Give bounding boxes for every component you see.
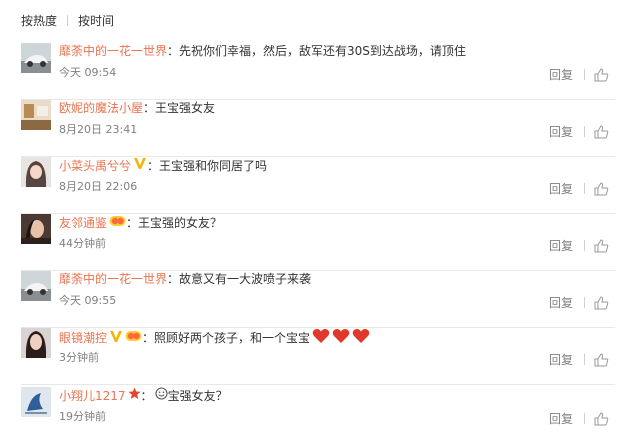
comment-item: 欧妮的魔法小屋：王宝强女友 8月20日 23:41 回复 — [21, 100, 615, 157]
reply-button[interactable]: 回复 — [549, 410, 573, 427]
comment-time: 44分钟前 — [59, 237, 106, 250]
comment-time: 8月20日 23:41 — [59, 123, 138, 136]
colon: ： — [143, 101, 156, 115]
comment-actions: 回复 — [549, 294, 609, 311]
comment-username[interactable]: 小菜头禹兮兮 — [59, 158, 131, 175]
fan-badge-icon[interactable] — [125, 329, 142, 348]
colon: ： — [142, 331, 155, 345]
action-divider — [584, 69, 585, 80]
comment-actions: 回复 — [549, 410, 609, 427]
comment-item: 小菜头禹兮兮 ：王宝强和你同居了吗 8月20日 22:06 回复 — [21, 157, 615, 214]
comment-text: 王宝强和你同居了吗 — [159, 158, 268, 173]
reply-button[interactable]: 回复 — [549, 66, 573, 83]
reply-button[interactable]: 回复 — [549, 237, 573, 254]
action-divider — [584, 183, 585, 194]
avatar[interactable] — [21, 157, 51, 187]
action-divider — [584, 354, 585, 365]
colon: ： — [147, 158, 160, 173]
like-icon[interactable] — [594, 67, 609, 82]
comment-item: 眼镜潮控 ：照顾好两个孩子，和一个宝宝 3分钟前 回复 — [21, 328, 615, 385]
sort-by-time[interactable]: 按时间 — [78, 12, 114, 29]
action-divider — [584, 297, 585, 308]
reply-button[interactable]: 回复 — [549, 180, 573, 197]
avatar[interactable] — [21, 328, 51, 358]
sort-bar: 按热度 按时间 — [21, 10, 114, 30]
v-icon[interactable] — [109, 330, 123, 348]
like-icon[interactable] — [594, 124, 609, 139]
comment-time: 今天 09:54 — [59, 66, 117, 79]
comment-username[interactable]: 靡荼中的一花一世界 — [59, 43, 167, 60]
comment-text: 王宝强女友 — [155, 101, 216, 115]
like-icon[interactable] — [594, 352, 609, 367]
comment-time: 今天 09:55 — [59, 294, 117, 307]
comment-username[interactable]: 欧妮的魔法小屋 — [59, 100, 143, 117]
comment-actions: 回复 — [549, 237, 609, 254]
reply-button[interactable]: 回复 — [549, 123, 573, 140]
action-divider — [584, 240, 585, 251]
avatar[interactable] — [21, 271, 51, 301]
like-icon[interactable] — [594, 411, 609, 426]
comment-actions: 回复 — [549, 351, 609, 368]
reply-button[interactable]: 回复 — [549, 294, 573, 311]
comment-actions: 回复 — [549, 123, 609, 140]
sort-by-hot[interactable]: 按热度 — [21, 12, 57, 29]
heart-icon — [312, 328, 330, 349]
comment-item: 靡荼中的一花一世界：故意又有一大波喷子来袭 今天 09:55 回复 — [21, 271, 615, 328]
heart-icon — [332, 328, 350, 349]
reply-button[interactable]: 回复 — [549, 351, 573, 368]
comment-actions: 回复 — [549, 180, 609, 197]
comment-time: 19分钟前 — [59, 410, 106, 423]
like-icon[interactable] — [594, 238, 609, 253]
avatar[interactable] — [21, 100, 51, 130]
comment-time: 8月20日 22:06 — [59, 180, 138, 193]
comment-item: 小翔儿1217 ： 宝强女友？ 19分钟前 回复 — [21, 387, 615, 432]
avatar[interactable] — [21, 43, 51, 73]
comment-username[interactable]: 靡荼中的一花一世界 — [59, 271, 167, 288]
like-icon[interactable] — [594, 181, 609, 196]
comment-username[interactable]: 友邻通鉴 — [59, 215, 107, 232]
action-divider — [584, 413, 585, 424]
v-icon[interactable] — [133, 157, 147, 175]
comment-actions: 回复 — [549, 66, 609, 83]
colon: ： — [167, 272, 180, 286]
comment-username[interactable]: 眼镜潮控 — [59, 330, 107, 347]
heart-icon — [352, 328, 370, 349]
comment-text: 故意又有一大波喷子来袭 — [179, 272, 312, 286]
comment-time: 3分钟前 — [59, 351, 99, 364]
star-icon[interactable] — [128, 387, 141, 405]
colon: ： — [126, 216, 139, 230]
like-icon[interactable] — [594, 295, 609, 310]
avatar[interactable] — [21, 387, 51, 417]
comment-text: 照顾好两个孩子，和一个宝宝 — [154, 331, 311, 345]
action-divider — [584, 126, 585, 137]
comment-item: 靡荼中的一花一世界：先祝你们幸福，然后，敌军还有30S到达战场，请顶住 今天 0… — [21, 43, 615, 100]
comment-text: 宝强女友？ — [167, 388, 228, 403]
avatar[interactable] — [21, 214, 51, 244]
comment-text: 先祝你们幸福，然后，敌军还有30S到达战场，请顶住 — [179, 44, 466, 58]
colon: ： — [167, 44, 180, 58]
comment-item: 友邻通鉴 ：王宝强的女友？ 44分钟前 回复 — [21, 214, 615, 271]
sort-divider — [67, 14, 69, 26]
fan-badge-icon[interactable] — [109, 214, 126, 233]
colon: ： — [140, 388, 153, 403]
comment-username[interactable]: 小翔儿1217 — [59, 388, 126, 405]
smile-icon — [155, 387, 168, 405]
comment-text: 王宝强的女友？ — [138, 216, 223, 230]
